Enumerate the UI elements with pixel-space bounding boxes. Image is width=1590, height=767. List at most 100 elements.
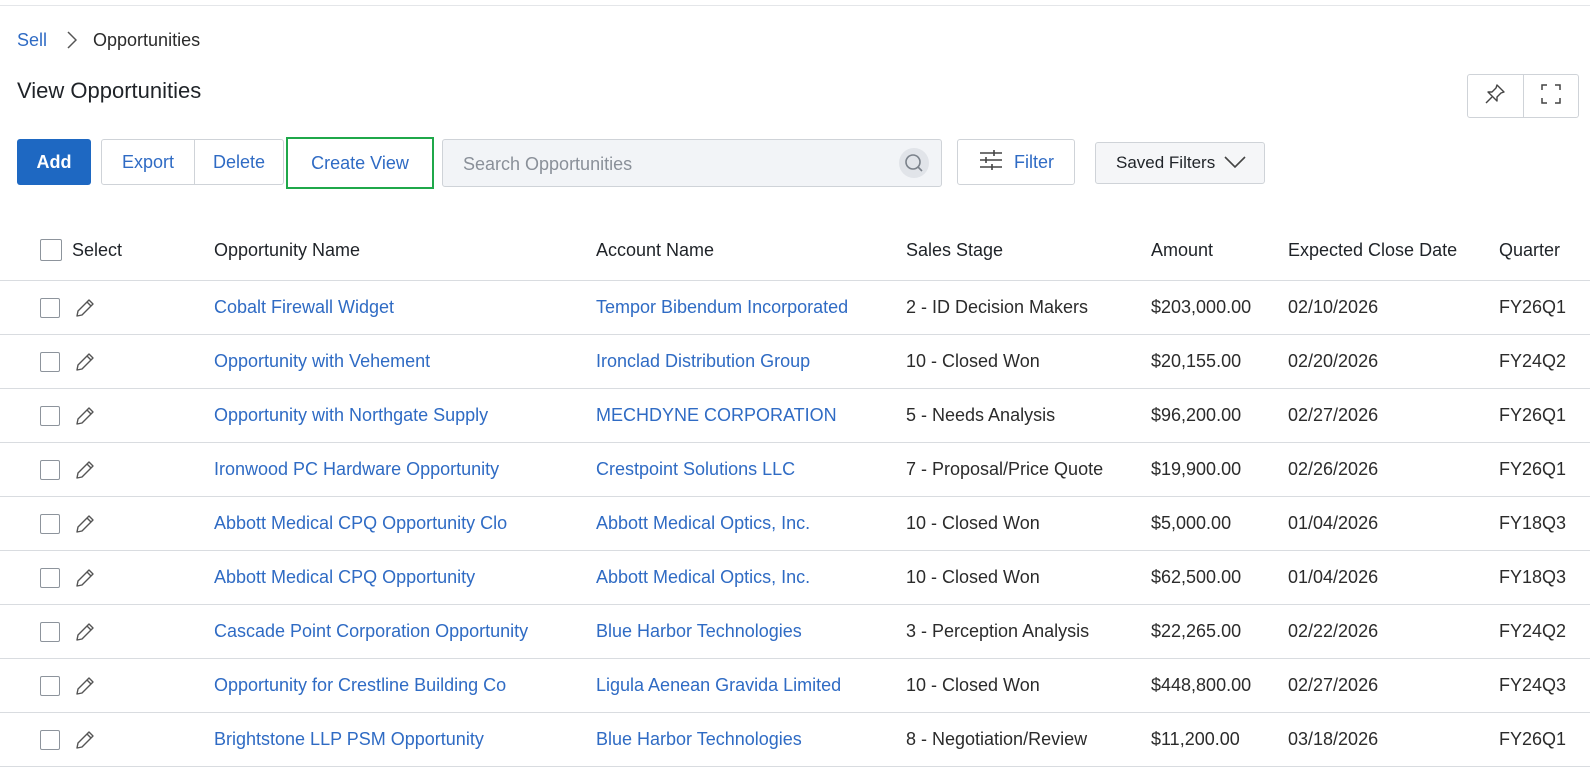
expected-close-date: 02/26/2026: [1288, 459, 1379, 479]
opportunity-name-link[interactable]: Abbott Medical CPQ Opportunity Clo: [214, 497, 507, 550]
account-name-link[interactable]: Crestpoint Solutions LLC: [596, 443, 795, 496]
header-actions: [1467, 74, 1579, 118]
breadcrumb-sell-link[interactable]: Sell: [17, 30, 47, 51]
account-name-link[interactable]: MECHDYNE CORPORATION: [596, 389, 837, 442]
search-icon[interactable]: [899, 148, 929, 178]
opportunity-name-link[interactable]: Cobalt Firewall Widget: [214, 281, 394, 334]
amount: $20,155.00: [1151, 351, 1242, 371]
saved-filters-dropdown[interactable]: Saved Filters: [1095, 142, 1265, 184]
pencil-icon[interactable]: [74, 297, 96, 319]
header-opportunity-name[interactable]: Opportunity Name: [214, 220, 360, 280]
pencil-icon[interactable]: [74, 729, 96, 751]
pencil-icon[interactable]: [74, 567, 96, 589]
table-header-row: Select Opportunity Name Account Name Sal…: [0, 220, 1590, 281]
account-name-link[interactable]: Ligula Aenean Gravida Limited: [596, 659, 841, 712]
sales-stage: 3 - Perception Analysis: [906, 621, 1090, 641]
account-name-link[interactable]: Tempor Bibendum Incorporated: [596, 281, 848, 334]
pencil-icon[interactable]: [74, 405, 96, 427]
header-quarter[interactable]: Quarter: [1499, 220, 1560, 280]
account-name-link[interactable]: Abbott Medical Optics, Inc.: [596, 551, 810, 604]
header-sales-stage[interactable]: Sales Stage: [906, 220, 1003, 280]
sales-stage: 10 - Closed Won: [906, 567, 1040, 587]
page-title: View Opportunities: [17, 78, 202, 103]
row-checkbox[interactable]: [40, 513, 60, 534]
row-select-cell: [40, 659, 96, 712]
opportunity-name-link[interactable]: Opportunity for Crestline Building Co: [214, 659, 506, 712]
account-name-link[interactable]: Blue Harbor Technologies: [596, 605, 802, 658]
export-button[interactable]: Export: [102, 140, 194, 184]
header-select-cell: Select: [40, 220, 122, 280]
sales-stage: 2 - ID Decision Makers: [906, 297, 1089, 317]
create-view-button[interactable]: Create View: [286, 137, 434, 189]
row-checkbox[interactable]: [40, 405, 60, 426]
opportunity-name-link[interactable]: Brightstone LLP PSM Opportunity: [214, 713, 484, 766]
quarter: FY26Q1: [1499, 405, 1567, 425]
table-row: Opportunity with Vehement Ironclad Distr…: [0, 335, 1590, 389]
header-amount[interactable]: Amount: [1151, 220, 1213, 280]
row-checkbox[interactable]: [40, 297, 60, 318]
select-all-checkbox[interactable]: [40, 239, 62, 261]
pin-button[interactable]: [1468, 75, 1523, 117]
quarter: FY26Q1: [1499, 459, 1567, 479]
account-name-link[interactable]: Ironclad Distribution Group: [596, 335, 810, 388]
pencil-icon[interactable]: [74, 513, 96, 535]
amount: $62,500.00: [1151, 567, 1242, 587]
search-box: [442, 139, 942, 187]
add-button[interactable]: Add: [17, 139, 91, 185]
expected-close-date: 02/20/2026: [1288, 351, 1379, 371]
delete-button[interactable]: Delete: [194, 140, 283, 184]
row-select-cell: [40, 713, 96, 766]
expected-close-date: 03/18/2026: [1288, 729, 1379, 749]
expected-close-date: 02/27/2026: [1288, 675, 1379, 695]
sales-stage: 8 - Negotiation/Review: [906, 729, 1088, 749]
breadcrumb-current: Opportunities: [93, 29, 201, 50]
sales-stage: 10 - Closed Won: [906, 351, 1040, 371]
table-row: Ironwood PC Hardware Opportunity Crestpo…: [0, 443, 1590, 497]
opportunity-name-link[interactable]: Ironwood PC Hardware Opportunity: [214, 443, 499, 496]
filter-button[interactable]: Filter: [957, 139, 1075, 185]
quarter: FY24Q3: [1499, 675, 1567, 695]
expected-close-date: 01/04/2026: [1288, 513, 1379, 533]
table-row: Opportunity with Northgate Supply MECHDY…: [0, 389, 1590, 443]
fullscreen-button[interactable]: [1522, 75, 1579, 117]
amount: $5,000.00: [1151, 513, 1232, 533]
row-select-cell: [40, 605, 96, 658]
filter-label: Filter: [1014, 151, 1054, 172]
sales-stage: 10 - Closed Won: [906, 675, 1040, 695]
row-select-cell: [40, 281, 96, 334]
pin-icon: [1484, 83, 1506, 110]
header-expected-close-date[interactable]: Expected Close Date: [1288, 220, 1457, 280]
amount: $203,000.00: [1151, 297, 1252, 317]
opportunity-name-link[interactable]: Opportunity with Vehement: [214, 335, 430, 388]
sales-stage: 10 - Closed Won: [906, 513, 1040, 533]
opportunity-name-link[interactable]: Opportunity with Northgate Supply: [214, 389, 488, 442]
pencil-icon[interactable]: [74, 675, 96, 697]
top-divider: [0, 5, 1590, 6]
header-select: Select: [72, 239, 123, 260]
header-account-name[interactable]: Account Name: [596, 220, 714, 280]
amount: $19,900.00: [1151, 459, 1242, 479]
pencil-icon[interactable]: [74, 351, 96, 373]
row-checkbox[interactable]: [40, 351, 60, 372]
search-input[interactable]: [461, 150, 885, 178]
pencil-icon[interactable]: [74, 621, 96, 643]
table-row: Cobalt Firewall Widget Tempor Bibendum I…: [0, 281, 1590, 335]
row-checkbox[interactable]: [40, 729, 60, 750]
opportunity-name-link[interactable]: Abbott Medical CPQ Opportunity: [214, 551, 475, 604]
amount: $11,200.00: [1151, 729, 1240, 749]
row-select-cell: [40, 389, 96, 442]
opportunity-name-link[interactable]: Cascade Point Corporation Opportunity: [214, 605, 528, 658]
row-select-cell: [40, 497, 96, 550]
breadcrumb: Sell Opportunities: [17, 28, 200, 52]
row-checkbox[interactable]: [40, 459, 60, 480]
expected-close-date: 01/04/2026: [1288, 567, 1379, 587]
quarter: FY24Q2: [1499, 621, 1567, 641]
row-checkbox[interactable]: [40, 621, 60, 642]
row-checkbox[interactable]: [40, 567, 60, 588]
fullscreen-icon: [1540, 83, 1562, 110]
account-name-link[interactable]: Abbott Medical Optics, Inc.: [596, 497, 810, 550]
row-checkbox[interactable]: [40, 675, 60, 696]
account-name-link[interactable]: Blue Harbor Technologies: [596, 713, 802, 766]
table-row: Abbott Medical CPQ Opportunity Abbott Me…: [0, 551, 1590, 605]
pencil-icon[interactable]: [74, 459, 96, 481]
